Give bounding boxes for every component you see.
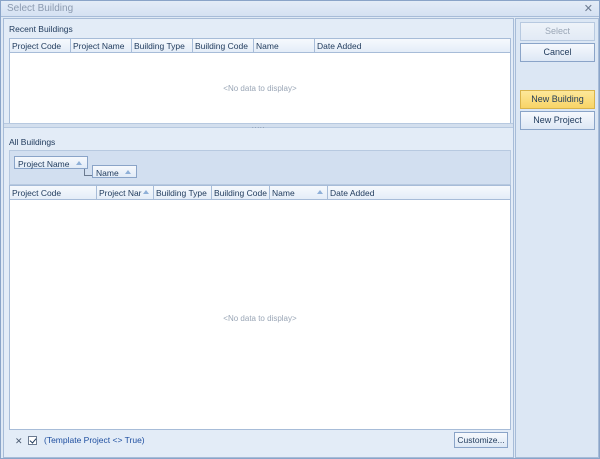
- all-col-building-type[interactable]: Building Type: [154, 186, 212, 199]
- select-building-dialog: Select Building ✕ Recent Buildings Proje…: [0, 0, 600, 459]
- all-col-project-name[interactable]: Project Nar: [97, 186, 154, 199]
- all-col-name[interactable]: Name: [270, 186, 328, 199]
- recent-buildings-grid[interactable]: Project Code Project Name Building Type …: [9, 38, 511, 127]
- group-chip-project-name[interactable]: Project Name: [14, 156, 88, 169]
- sort-asc-icon: [143, 190, 149, 194]
- sort-asc-icon: [317, 190, 323, 194]
- title-bar: Select Building ✕: [1, 1, 599, 17]
- sort-asc-icon: [125, 170, 131, 174]
- select-button[interactable]: Select: [520, 22, 595, 41]
- close-icon[interactable]: ✕: [584, 2, 593, 15]
- clear-filter-icon[interactable]: ✕: [15, 436, 23, 447]
- recent-col-name[interactable]: Name: [254, 39, 315, 52]
- filter-enabled-checkbox[interactable]: [28, 436, 37, 445]
- all-buildings-grid[interactable]: Project Code Project Nar Building Type B…: [9, 185, 511, 430]
- new-building-button[interactable]: New Building: [520, 90, 595, 109]
- filter-bar: ✕ (Template Project <> True) Customize..…: [9, 432, 510, 450]
- all-col-name-label: Name: [272, 188, 295, 198]
- all-col-building-code[interactable]: Building Code: [212, 186, 270, 199]
- customize-button[interactable]: Customize...: [454, 432, 508, 448]
- all-col-project-code[interactable]: Project Code: [10, 186, 97, 199]
- recent-empty-text: <No data to display>: [223, 84, 297, 93]
- group-chip-project-name-label: Project Name: [18, 159, 70, 169]
- group-chip-name[interactable]: Name: [92, 165, 137, 178]
- all-buildings-label: All Buildings: [9, 137, 56, 147]
- recent-col-project-name[interactable]: Project Name: [71, 39, 132, 52]
- all-col-date-added[interactable]: Date Added: [328, 186, 511, 199]
- group-chip-name-label: Name: [96, 168, 119, 178]
- group-connector: [84, 169, 92, 176]
- window-title: Select Building: [7, 3, 74, 14]
- sort-asc-icon: [76, 161, 82, 165]
- splitter-grip: .....: [252, 124, 266, 130]
- recent-col-building-code[interactable]: Building Code: [193, 39, 254, 52]
- recent-buildings-label: Recent Buildings: [9, 24, 73, 34]
- filter-expression[interactable]: (Template Project <> True): [44, 435, 145, 445]
- group-by-panel: Project Name Name: [9, 150, 511, 185]
- main-area: Recent Buildings Project Code Project Na…: [3, 18, 514, 458]
- recent-col-project-code[interactable]: Project Code: [10, 39, 71, 52]
- all-empty-text: <No data to display>: [223, 314, 297, 323]
- action-sidebar: Select Cancel New Building New Project: [515, 18, 599, 458]
- cancel-button[interactable]: Cancel: [520, 43, 595, 62]
- new-project-button[interactable]: New Project: [520, 111, 595, 130]
- all-col-project-name-label: Project Nar: [99, 188, 142, 198]
- panel-splitter[interactable]: .....: [4, 123, 513, 130]
- recent-col-date-added[interactable]: Date Added: [315, 39, 511, 52]
- all-grid-header: Project Code Project Nar Building Type B…: [10, 186, 510, 200]
- recent-col-building-type[interactable]: Building Type: [132, 39, 193, 52]
- recent-grid-header: Project Code Project Name Building Type …: [10, 39, 510, 53]
